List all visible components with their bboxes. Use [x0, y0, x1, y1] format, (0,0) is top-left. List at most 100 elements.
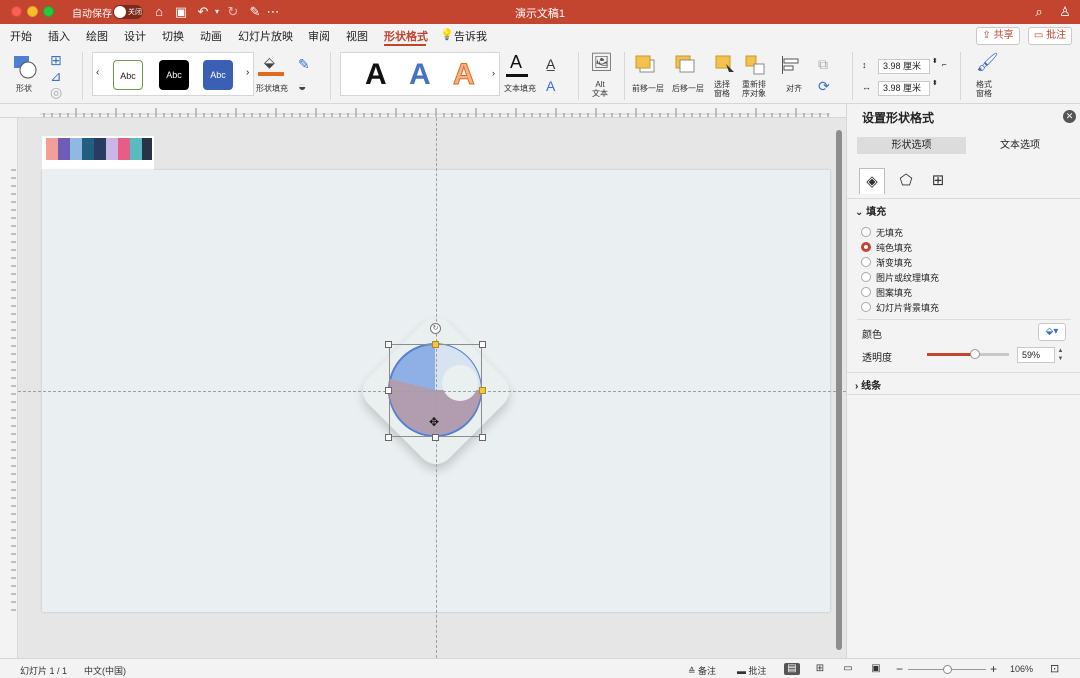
radio-button[interactable]: [861, 302, 871, 312]
alt-text-button[interactable]: 🖼 Alt 文本: [586, 52, 616, 98]
radio-button[interactable]: [861, 272, 871, 282]
bring-forward-button[interactable]: 前移一层: [630, 52, 670, 96]
slideshow-icon[interactable]: ▣: [868, 663, 884, 675]
tab-animations[interactable]: 动画: [200, 28, 222, 44]
gallery-prev-icon[interactable]: ‹: [96, 67, 99, 78]
lock-aspect-icon[interactable]: ⌐: [942, 60, 947, 69]
insert-textbox-icon[interactable]: ⊞: [50, 52, 62, 68]
shape-fill-button[interactable]: ⬙ 形状填充: [256, 52, 292, 96]
wordart-style-3[interactable]: A: [453, 55, 476, 95]
fill-section-header[interactable]: ⌄ 填充: [855, 203, 886, 218]
resize-handle-ne[interactable]: [479, 341, 486, 348]
width-stepper-icon[interactable]: ⬍: [932, 79, 938, 87]
resize-handle-sw[interactable]: [385, 434, 392, 441]
text-effects-icon[interactable]: A: [546, 78, 555, 94]
tab-transitions[interactable]: 切换: [162, 28, 184, 44]
resize-handle-nw[interactable]: [385, 341, 392, 348]
color-palette-card[interactable]: [42, 136, 154, 170]
send-backward-button[interactable]: 后移一层: [670, 52, 710, 96]
shape-options-tab[interactable]: 形状选项: [857, 137, 966, 154]
zoom-in-icon[interactable]: +: [990, 662, 997, 676]
effects-pentagon-icon[interactable]: ⬠: [893, 168, 919, 194]
fill-line-icon[interactable]: ◈: [859, 168, 885, 194]
comments-status-button[interactable]: ▬ 批注: [737, 664, 767, 677]
comments-button[interactable]: ▭ 批注: [1028, 27, 1072, 45]
zoom-out-icon[interactable]: −: [896, 662, 903, 676]
tab-design[interactable]: 设计: [124, 28, 146, 44]
wordart-more-icon[interactable]: ›: [492, 68, 495, 78]
size-properties-icon[interactable]: ⊞: [925, 168, 951, 194]
more-icon[interactable]: ⋯: [264, 3, 282, 21]
tab-slideshow[interactable]: 幻灯片放映: [238, 28, 293, 44]
scrollbar-thumb[interactable]: [836, 130, 842, 650]
wordart-style-2[interactable]: A: [409, 55, 431, 95]
shapes-button[interactable]: 形状: [8, 52, 48, 96]
radio-button[interactable]: [861, 287, 871, 297]
reorder-objects-button[interactable]: 重新排 序对象: [740, 52, 776, 98]
autosave-toggle[interactable]: 关闭: [113, 5, 143, 19]
search-icon[interactable]: ⌕: [1030, 3, 1048, 21]
rotate-icon[interactable]: ⟳: [818, 78, 830, 94]
notes-button[interactable]: ≙ 备注: [688, 664, 716, 677]
window-minimize-button[interactable]: [27, 6, 38, 17]
shape-style-3[interactable]: Abc: [203, 60, 233, 90]
resize-handle-s[interactable]: [432, 434, 439, 441]
tab-shape-format[interactable]: 形状格式: [384, 28, 428, 44]
account-icon[interactable]: ♙: [1056, 3, 1074, 21]
tab-home[interactable]: 开始: [10, 28, 32, 44]
normal-view-icon[interactable]: ▤: [784, 663, 800, 675]
line-section-header[interactable]: › 线条: [855, 377, 881, 392]
text-fill-button[interactable]: A 文本填充: [504, 52, 540, 96]
gallery-next-icon[interactable]: ›: [246, 67, 249, 78]
transparency-slider-knob[interactable]: [970, 349, 981, 359]
share-button[interactable]: ⇪ 共享: [976, 27, 1020, 45]
height-input[interactable]: 3.98 厘米: [878, 59, 930, 74]
edit-shape-icon[interactable]: ⊿: [50, 68, 62, 84]
window-maximize-button[interactable]: [43, 6, 54, 17]
selection-pane-button[interactable]: 选择 窗格: [710, 52, 740, 98]
zoom-slider-knob[interactable]: [943, 665, 952, 674]
save-icon[interactable]: ▣: [172, 3, 190, 21]
transparency-stepper-icon[interactable]: ▲ ▼: [1056, 347, 1065, 363]
transparency-slider[interactable]: [927, 349, 1009, 359]
text-options-tab[interactable]: 文本选项: [967, 137, 1073, 154]
wordart-style-1[interactable]: A: [365, 55, 387, 95]
shape-outline-icon[interactable]: ✎: [298, 56, 310, 72]
tab-insert[interactable]: 插入: [48, 28, 70, 44]
shape-style-2[interactable]: Abc: [159, 60, 189, 90]
resize-handle-se[interactable]: [479, 434, 486, 441]
merge-shapes-icon[interactable]: ◎: [50, 84, 62, 100]
tab-view[interactable]: 视图: [346, 28, 368, 44]
width-input[interactable]: 3.98 厘米: [878, 81, 930, 96]
tab-review[interactable]: 审阅: [308, 28, 330, 44]
rotate-handle-icon[interactable]: ↻: [430, 323, 441, 334]
redo-icon[interactable]: ↻: [224, 3, 242, 21]
zoom-slider[interactable]: [908, 665, 986, 674]
fit-to-window-icon[interactable]: ⊡: [1050, 662, 1059, 675]
format-pane-button[interactable]: 🖌 格式 窗格: [970, 52, 1000, 98]
close-icon[interactable]: ✕: [1063, 110, 1076, 123]
fill-color-picker[interactable]: ⬙▾: [1038, 323, 1066, 341]
slide-sorter-icon[interactable]: ⊞: [812, 663, 828, 675]
height-stepper-icon[interactable]: ⬍: [932, 57, 938, 65]
radio-button[interactable]: [861, 257, 871, 267]
home-icon[interactable]: ⌂: [150, 3, 168, 21]
group-icon[interactable]: ⧉: [818, 56, 828, 72]
text-outline-icon[interactable]: A̲: [546, 56, 555, 72]
zoom-value[interactable]: 106%: [1010, 664, 1033, 674]
resize-handle-w[interactable]: [385, 387, 392, 394]
window-close-button[interactable]: [11, 6, 22, 17]
edit-icon[interactable]: ✎: [246, 3, 264, 21]
radio-button[interactable]: [861, 227, 871, 237]
shape-effects-icon[interactable]: ◒: [298, 78, 306, 94]
transparency-input[interactable]: 59%: [1017, 347, 1055, 363]
radio-button-selected[interactable]: [861, 242, 871, 252]
tab-draw[interactable]: 绘图: [86, 28, 108, 44]
shape-style-1[interactable]: Abc: [113, 60, 143, 90]
adjust-handle-right[interactable]: [479, 387, 486, 394]
adjust-handle-top[interactable]: [432, 341, 439, 348]
language-indicator[interactable]: 中文(中国): [84, 664, 126, 677]
vertical-scrollbar[interactable]: [834, 124, 844, 654]
tab-tell-me[interactable]: 告诉我: [454, 28, 487, 44]
align-button[interactable]: 对齐: [778, 52, 808, 96]
